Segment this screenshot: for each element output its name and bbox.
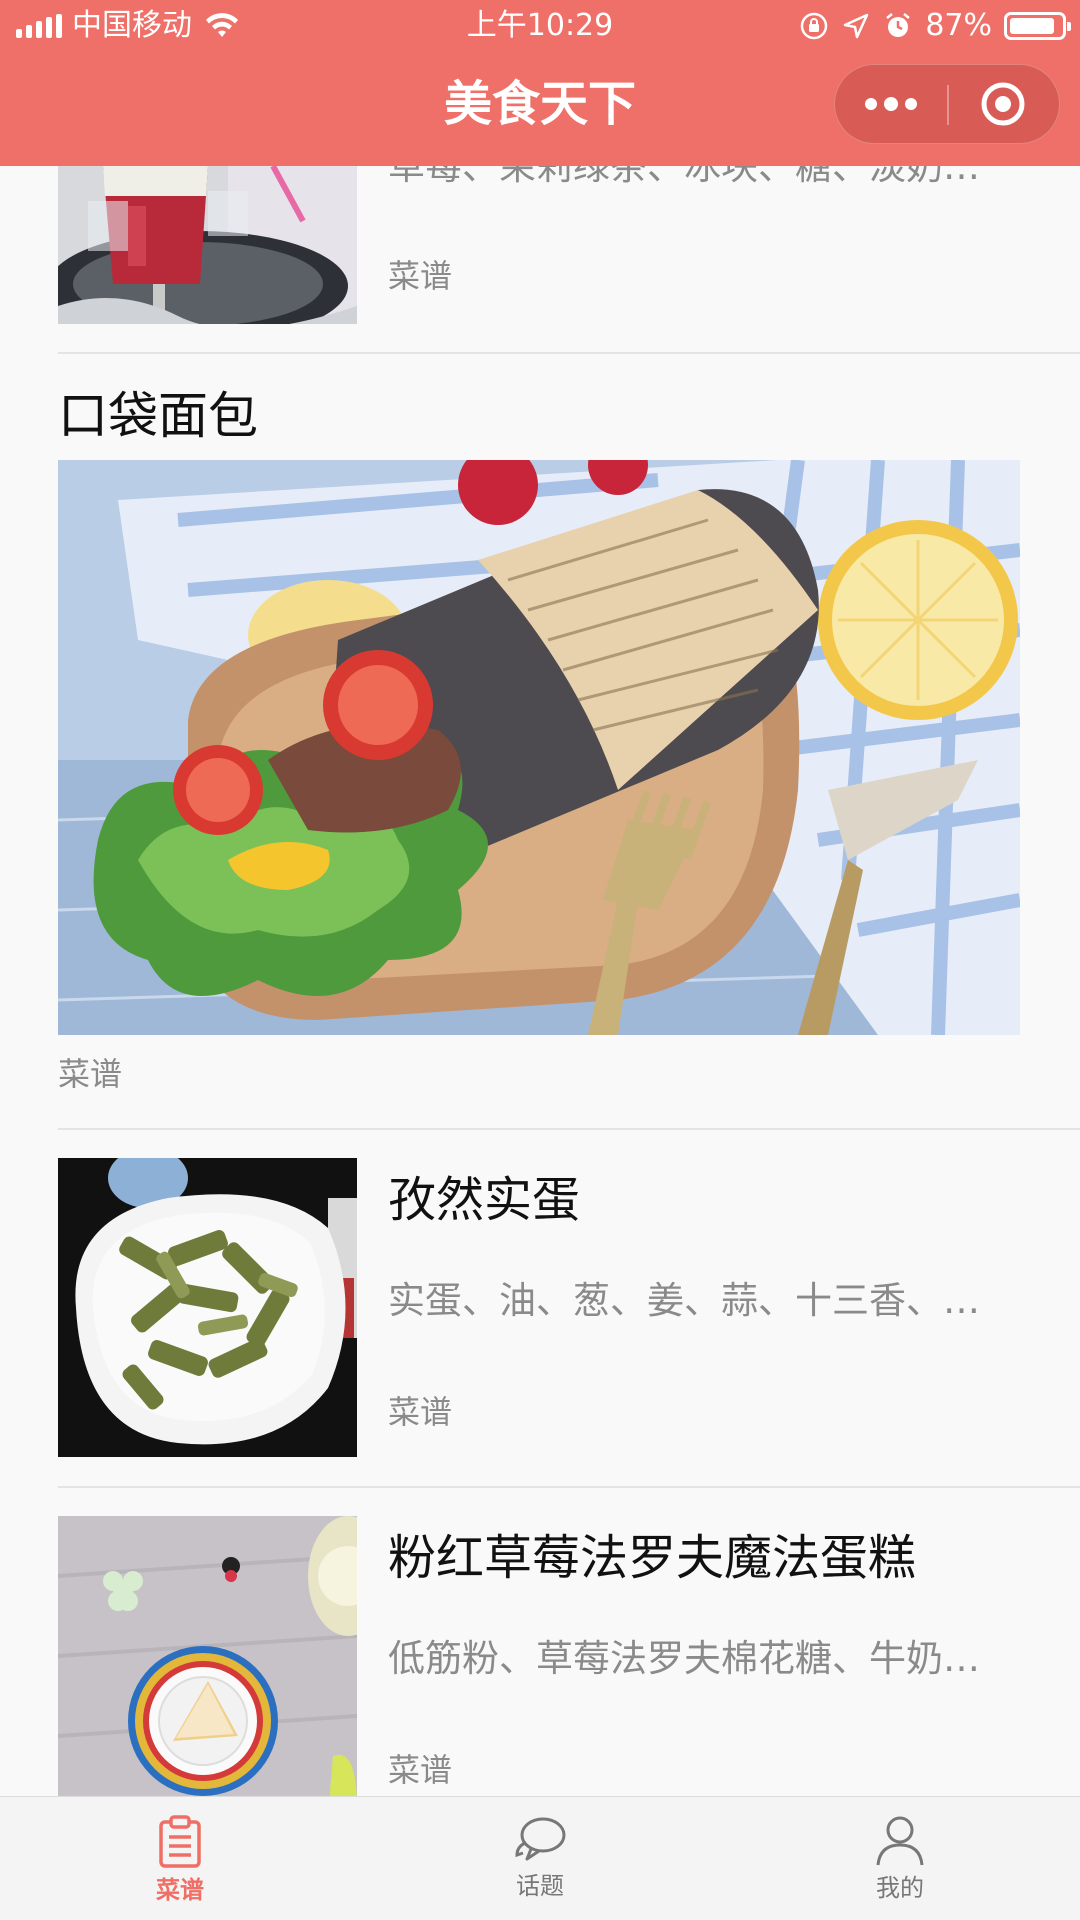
item-divider [58,1486,1080,1488]
tab-label: 话题 [516,1872,564,1900]
battery-icon [1004,12,1071,40]
tab-recipes[interactable]: 菜谱 [0,1797,360,1920]
chat-bubbles-icon [515,1817,566,1861]
alarm-clock-icon [886,13,911,37]
tab-profile[interactable]: 我的 [720,1797,1080,1920]
recipe-ingredients: 草莓、茉莉绿茶、冰块、糖、淡奶… [388,166,980,188]
recipe-tag: 菜谱 [58,1055,123,1093]
tab-bar: 菜谱 话题 我的 [0,1796,1080,1920]
recipe-image [58,460,1020,1035]
battery-percent: 87% [925,8,992,43]
recipe-title: 口袋面包 [58,387,258,445]
recipe-item[interactable]: 粉红草莓法罗夫魔法蛋糕 低筋粉、草莓法罗夫棉花糖、牛奶… 菜谱 [0,1516,1080,1796]
recipe-item[interactable]: 孜然实蛋 实蛋、油、葱、姜、蒜、十三香、… 菜谱 [0,1158,1080,1488]
top-bar: 中国移动 上午10:29 87% 美食天下 [0,0,1080,166]
recipe-title: 孜然实蛋 [388,1172,581,1228]
more-dots-icon [865,97,917,111]
recipe-thumbnail [58,166,357,324]
recipe-ingredients: 实蛋、油、葱、姜、蒜、十三香、… [388,1279,980,1322]
recipe-tag: 菜谱 [388,1393,453,1431]
recipe-item-featured[interactable]: 口袋面包 菜谱 [0,354,1080,1093]
recipe-ingredients: 低筋粉、草莓法罗夫棉花糖、牛奶… [388,1637,980,1680]
capsule-divider [947,85,949,125]
tab-label: 我的 [876,1874,924,1902]
more-button[interactable] [835,65,947,143]
app-screen: 中国移动 上午10:29 87% 美食天下 草莓、茉莉绿茶、冰块、糖、淡奶… 菜… [0,0,1080,1920]
recipe-thumbnail [58,1516,357,1796]
recipe-tag: 菜谱 [388,1751,453,1789]
item-divider [58,1128,1080,1130]
recipe-thumbnail [58,1158,357,1457]
close-miniprogram-button[interactable] [947,65,1059,143]
recipe-tag: 菜谱 [388,257,453,295]
tab-topics[interactable]: 话题 [360,1797,720,1920]
orientation-lock-icon [801,12,828,40]
clipboard-icon [159,1815,201,1868]
battery-fill [1010,18,1054,34]
tab-label: 菜谱 [156,1876,204,1904]
recipe-feed[interactable]: 草莓、茉莉绿茶、冰块、糖、淡奶… 菜谱 口袋面包 菜谱 孜然实蛋 实蛋、油、葱、… [0,166,1080,1796]
miniprogram-capsule [834,64,1060,144]
location-arrow-icon [844,13,869,39]
target-circle-icon [981,82,1025,126]
user-icon [876,1816,924,1866]
status-bar: 中国移动 上午10:29 87% [0,0,1080,52]
recipe-title: 粉红草莓法罗夫魔法蛋糕 [388,1530,917,1586]
